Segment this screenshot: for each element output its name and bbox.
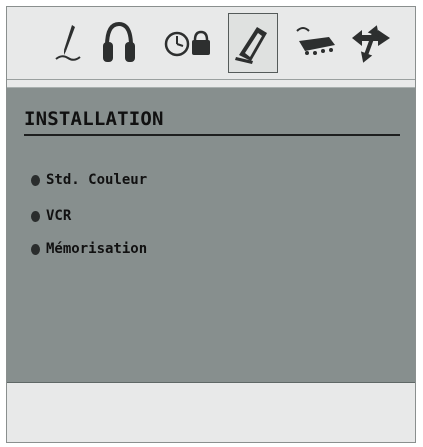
help-bar	[7, 384, 415, 442]
menu-item-label: VCR	[46, 208, 72, 224]
settings-arrows-icon	[348, 20, 394, 66]
menu-item-std-couleur[interactable]: Std. Couleur	[31, 172, 147, 188]
menu-item-memorisation[interactable]: Mémorisation	[31, 241, 147, 257]
installation-menu-tab[interactable]	[228, 13, 278, 73]
bullet-icon	[31, 243, 40, 255]
title-divider	[24, 134, 400, 136]
timer-lock-icon	[163, 28, 213, 58]
source-connector-icon	[293, 23, 339, 63]
picture-pen-icon	[54, 21, 84, 65]
installation-panel: INSTALLATION Std. Couleur VCR Mémorisati…	[7, 87, 415, 383]
sound-menu-tab[interactable]	[97, 13, 141, 73]
picture-menu-tab[interactable]	[49, 13, 89, 73]
source-menu-tab[interactable]	[291, 13, 341, 73]
headphones-icon	[101, 20, 137, 66]
menu-toolbar	[7, 7, 415, 80]
menu-item-label: Std. Couleur	[46, 172, 148, 188]
menu-item-label: Mémorisation	[46, 241, 148, 257]
installation-icon	[233, 21, 273, 65]
bullet-icon	[31, 174, 40, 186]
panel-title: INSTALLATION	[24, 108, 164, 130]
settings-menu-tab[interactable]	[345, 13, 397, 73]
osd-window: INSTALLATION Std. Couleur VCR Mémorisati…	[6, 6, 416, 443]
bullet-icon	[31, 210, 40, 222]
features-menu-tab[interactable]	[161, 13, 215, 73]
menu-item-vcr[interactable]: VCR	[31, 208, 71, 224]
